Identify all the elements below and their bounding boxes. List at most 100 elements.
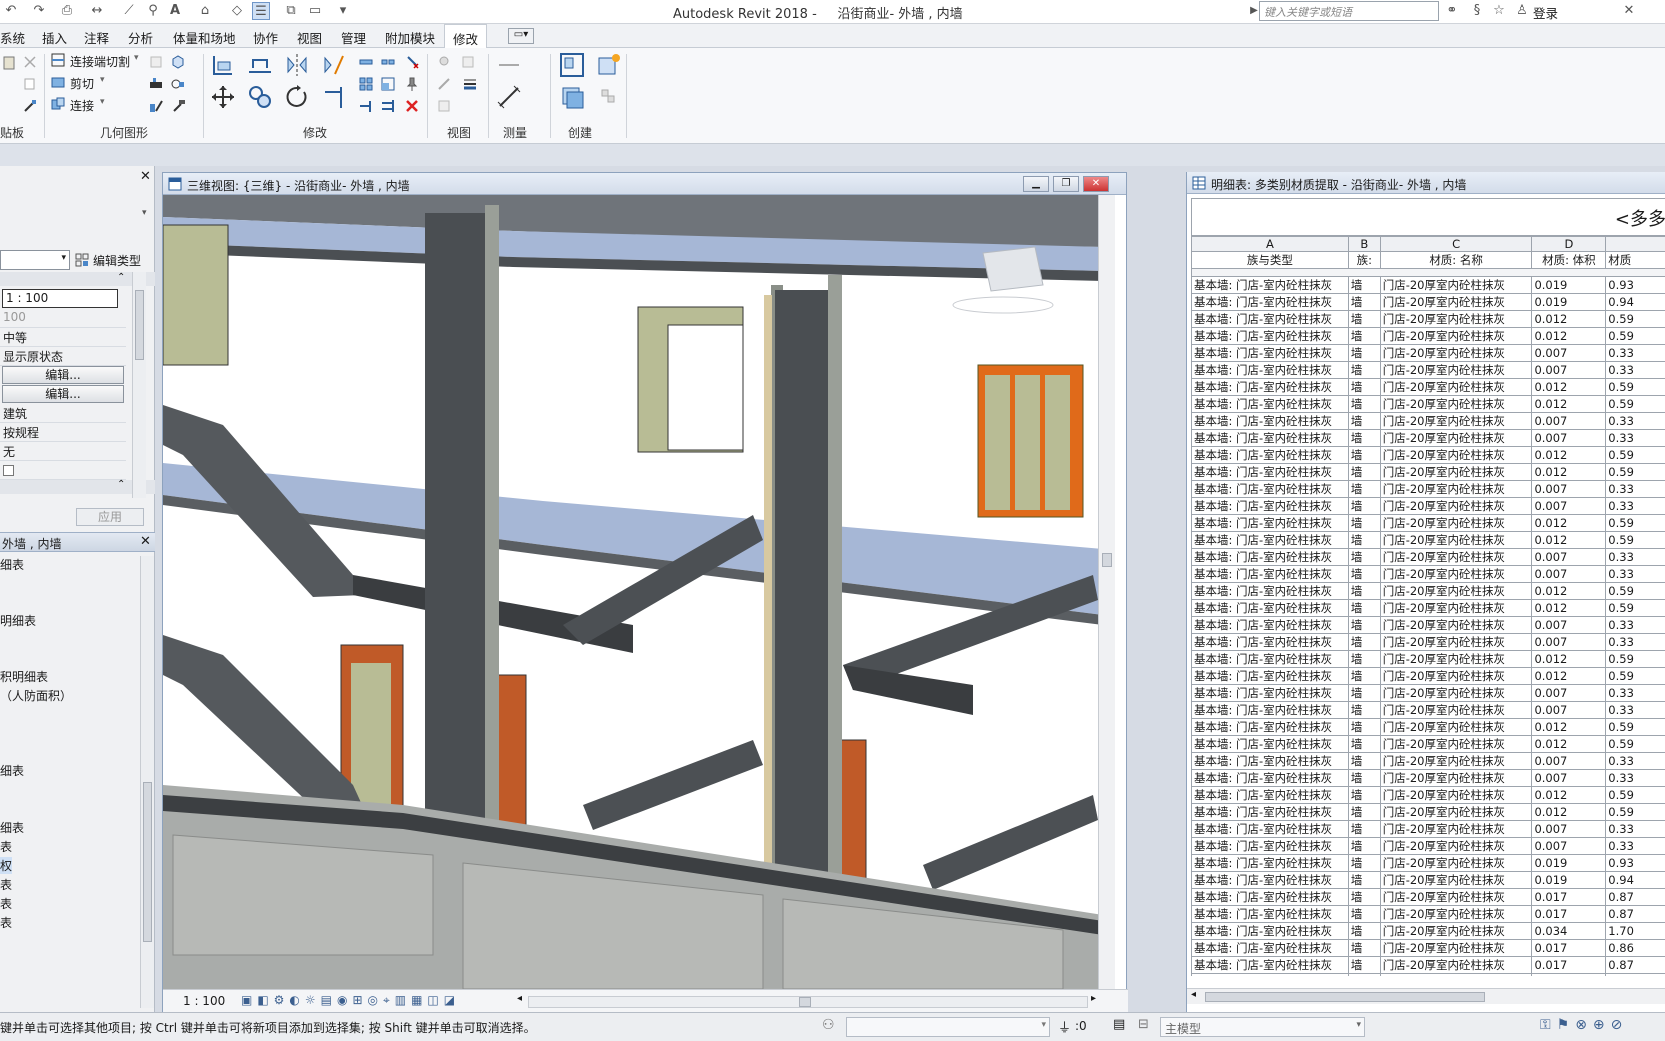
material-extra-cell[interactable]: 0.33 [1605,412,1665,430]
join-icon[interactable] [50,96,66,112]
tab-systems[interactable]: 系统 [0,28,25,47]
match-properties-icon[interactable] [22,98,38,114]
tab-manage[interactable]: 管理 [341,28,366,47]
material-volume-cell[interactable]: 0.007 [1531,616,1607,634]
view-controls-icons[interactable]: ▣◧⚙◐☼▤◉⊞◎⌖▥▦◫◪ [241,993,460,1008]
material-volume-cell[interactable]: 0.007 [1531,820,1607,838]
material-name-cell[interactable]: 门店-20厚室内砼柱抹灰 [1379,633,1533,651]
table-row[interactable]: 基本墙: 门店-室内砼柱抹灰墙门店-20厚室内砼柱抹灰 0.007 0.33 [1191,565,1665,583]
family-cell[interactable]: 墙 [1347,497,1381,515]
checkbox[interactable] [3,465,14,476]
material-name-cell[interactable]: 门店-20厚室内砼柱抹灰 [1379,599,1533,617]
material-name-cell[interactable]: 门店-20厚室内砼柱抹灰 [1379,548,1533,566]
trim-single-icon[interactable] [358,98,374,114]
family-type-cell[interactable]: 基本墙: 门店-室内砼柱抹灰 [1191,293,1349,311]
table-row[interactable]: 基本墙: 门店-室内砼柱抹灰墙门店-20厚室内砼柱抹灰 0.007 0.33 [1191,820,1665,838]
view-filter-icon[interactable] [436,98,452,114]
table-row[interactable]: 基本墙: 门店-室内砼柱抹灰墙门店-20厚室内砼柱抹灰 0.012 0.59 [1191,378,1665,396]
switch-windows-icon[interactable]: ▭ [306,2,324,20]
array-icon[interactable] [358,76,374,92]
table-row[interactable]: 基本墙: 门店-室内砼柱抹灰墙门店-20厚室内砼柱抹灰 0.012 0.59 [1191,667,1665,685]
family-type-cell[interactable]: 基本墙: 门店-室内砼柱抹灰 [1191,939,1349,957]
material-volume-cell[interactable]: 0.012 [1531,718,1607,736]
material-volume-cell[interactable]: 0.007 [1531,684,1607,702]
material-volume-cell[interactable]: 0.007 [1531,344,1607,362]
table-row[interactable]: 基本墙: 门店-室内砼柱抹灰墙门店-20厚室内砼柱抹灰 0.012 0.59 [1191,463,1665,481]
material-volume-cell[interactable]: 0.012 [1531,803,1607,821]
family-cell[interactable]: 墙 [1347,293,1381,311]
col-header-family-type[interactable]: 族与类型 [1191,251,1349,269]
material-volume-cell[interactable]: 0.019 [1531,854,1607,872]
text-icon[interactable]: A [166,2,184,20]
family-type-cell[interactable]: 基本墙: 门店-室内砼柱抹灰 [1191,956,1349,974]
close-hidden-icon[interactable]: ⧉ [282,2,300,20]
family-cell[interactable]: 墙 [1347,599,1381,617]
material-name-cell[interactable]: 门店-20厚室内砼柱抹灰 [1379,276,1533,294]
material-volume-cell[interactable]: 0.007 [1531,769,1607,787]
family-cell[interactable]: 墙 [1347,684,1381,702]
3d-view-hscrollbar[interactable] [528,996,1088,1008]
material-extra-cell[interactable]: 0.33 [1605,837,1665,855]
view-selector[interactable]: ▾ [0,250,70,270]
material-extra-cell[interactable]: 0.33 [1605,548,1665,566]
family-type-cell[interactable]: 基本墙: 门店-室内砼柱抹灰 [1191,344,1349,362]
family-type-cell[interactable]: 基本墙: 门店-室内砼柱抹灰 [1191,633,1349,651]
properties-scrollbar[interactable] [132,272,146,498]
family-type-cell[interactable]: 基本墙: 门店-室内砼柱抹灰 [1191,650,1349,668]
material-name-cell[interactable]: 门店-20厚室内砼柱抹灰 [1379,718,1533,736]
material-volume-cell[interactable]: 0.012 [1531,667,1607,685]
unpin-icon[interactable] [404,54,420,70]
col-letter-a[interactable]: A [1191,236,1349,252]
material-volume-cell[interactable]: 0.034 [1531,973,1607,976]
override-graphics-icon[interactable] [460,54,476,70]
tag-icon[interactable]: ⚲ [144,2,162,20]
show-hidden-lines-value[interactable]: 按规程 [0,423,126,442]
col-header-family[interactable]: 族: [1347,251,1381,269]
material-volume-cell[interactable]: 0.017 [1531,888,1607,906]
material-extra-cell[interactable]: 0.93 [1605,854,1665,872]
collapse-section-icon[interactable]: ⌃ [117,272,125,283]
material-name-cell[interactable]: 门店-20厚室内砼柱抹灰 [1379,293,1533,311]
selection-options-icons[interactable]: ⚿⚑⊗⊕⊘ [1540,1017,1628,1033]
type-selector-dropdown-icon[interactable]: ▾ [142,208,147,218]
material-volume-cell[interactable]: 0.007 [1531,701,1607,719]
material-extra-cell[interactable]: 0.87 [1605,956,1665,974]
material-volume-cell[interactable]: 0.017 [1531,939,1607,957]
family-cell[interactable]: 墙 [1347,939,1381,957]
hscroll-left-icon[interactable]: ◂ [517,993,522,1004]
material-extra-cell[interactable]: 0.59 [1605,446,1665,464]
material-extra-cell[interactable]: 0.33 [1605,701,1665,719]
table-row[interactable]: 基本墙: 门店-室内砼柱抹灰墙门店-20厚室内砼柱抹灰 0.019 0.93 [1191,276,1665,294]
col-letter-b[interactable]: B [1347,236,1381,252]
family-cell[interactable]: 墙 [1347,837,1381,855]
user-icon[interactable]: ♙ [1513,2,1531,20]
material-volume-cell[interactable]: 0.007 [1531,497,1607,515]
measure-between-icon[interactable] [496,52,522,78]
material-volume-cell[interactable]: 0.007 [1531,633,1607,651]
table-row[interactable]: 基本墙: 门店-室内砼柱抹灰墙门店-20厚室内砼柱抹灰 0.012 0.59 [1191,735,1665,753]
table-row[interactable]: 基本墙: 门店-室内砼柱抹灰墙门店-20厚室内砼柱抹灰 0.012 0.59 [1191,327,1665,345]
dimension-icon[interactable]: ⟋ [120,2,138,20]
material-extra-cell[interactable]: 0.59 [1605,582,1665,600]
tree-item-4[interactable]: （人防面积） [0,687,72,704]
material-extra-cell[interactable]: 0.33 [1605,565,1665,583]
family-cell[interactable]: 墙 [1347,531,1381,549]
family-type-cell[interactable]: 基本墙: 门店-室内砼柱抹灰 [1191,276,1349,294]
material-volume-cell[interactable]: 0.034 [1531,922,1607,940]
family-type-cell[interactable]: 基本墙: 门店-室内砼柱抹灰 [1191,854,1349,872]
material-extra-cell[interactable]: 0.33 [1605,361,1665,379]
table-row[interactable]: 基本墙: 门店-室内砼柱抹灰墙门店-20厚室内砼柱抹灰 0.007 0.33 [1191,837,1665,855]
material-extra-cell[interactable]: 1.70 [1605,922,1665,940]
main-model-selector[interactable]: 主模型 ▾ [1160,1017,1365,1037]
tree-item-3[interactable]: 积明细表 [0,668,48,685]
material-volume-cell[interactable]: 0.012 [1531,463,1607,481]
3d-view-vscrollbar[interactable] [1098,195,1115,989]
material-extra-cell[interactable]: 0.33 [1605,429,1665,447]
material-volume-cell[interactable]: 0.017 [1531,956,1607,974]
edit-visibility-button[interactable]: 编辑... [2,366,124,384]
table-row[interactable]: 基本墙: 门店-室内砼柱抹灰墙门店-20厚室内砼柱抹灰0.0341.70 [1191,922,1665,940]
material-extra-cell[interactable]: 0.59 [1605,786,1665,804]
editable-only-icon[interactable]: ⊟ [1138,1017,1149,1032]
redo-icon[interactable]: ↷ [30,2,48,20]
family-type-cell[interactable]: 基本墙: 门店-室内砼柱抹灰 [1191,497,1349,515]
